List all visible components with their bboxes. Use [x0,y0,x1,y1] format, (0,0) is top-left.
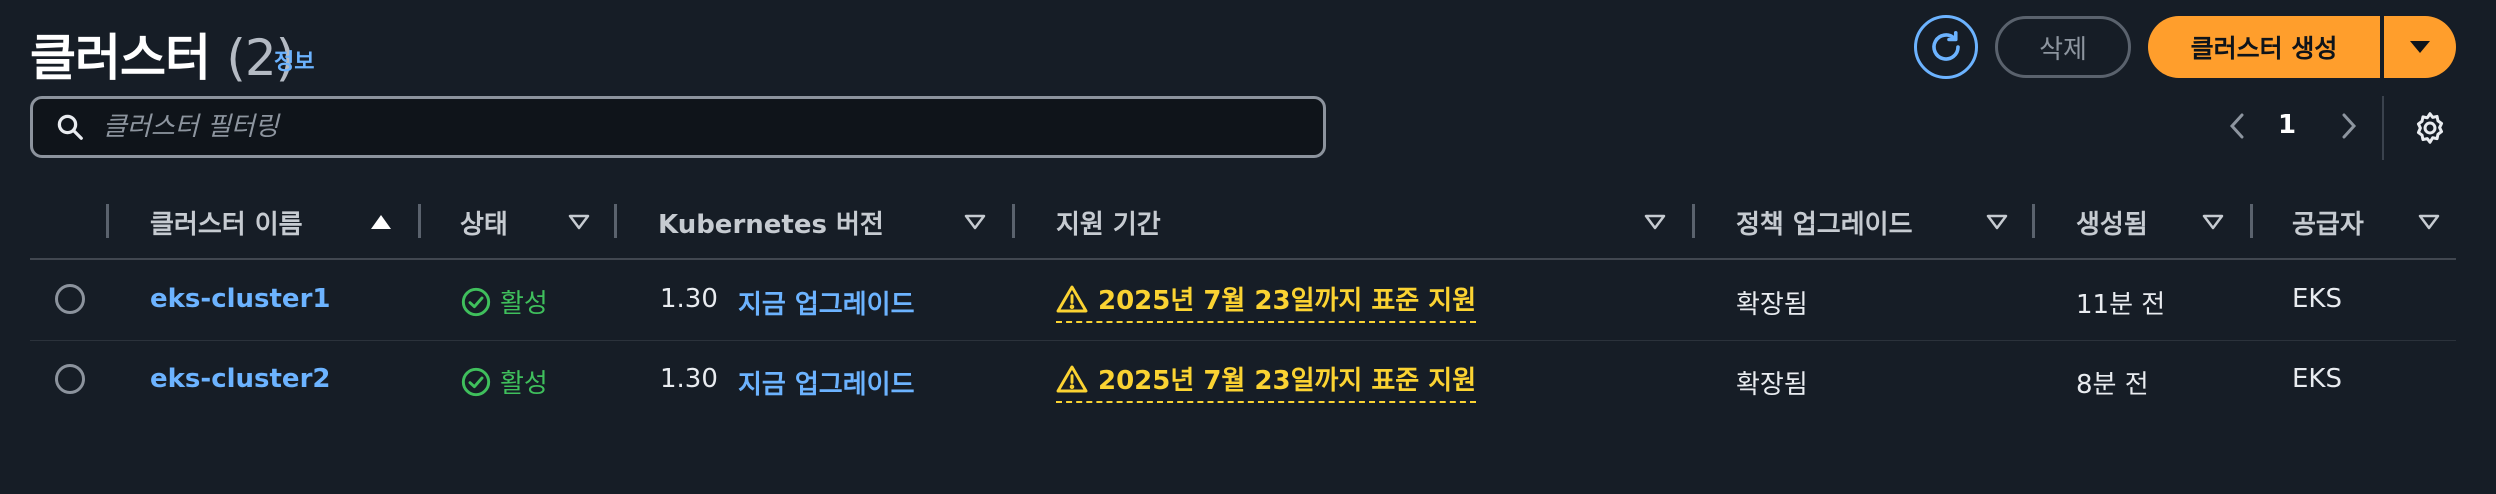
support-period-text: 2025년 7월 23일까지 표준 지원 [1098,286,1477,316]
sort-caret-icon [2202,214,2224,230]
previous-page-button[interactable] [2222,106,2252,146]
sort-caret-icon [568,214,590,230]
create-cluster-dropdown-button[interactable] [2384,16,2456,78]
column-header-created[interactable]: 생성됨 [2076,204,2148,241]
chevron-right-icon [2342,113,2357,139]
upgrade-now-link[interactable]: 지금 업그레이드 [738,364,915,401]
next-page-button[interactable] [2334,106,2364,146]
page-number[interactable]: 1 [2278,110,2296,140]
sort-version-button[interactable] [962,210,988,234]
cluster-name-link[interactable]: eks-cluster1 [150,284,330,314]
sort-caret-icon [1986,214,2008,230]
status-cell: 활성 [460,283,548,320]
sort-status-button[interactable] [566,210,592,234]
check-circle-icon [461,367,491,396]
created-time: 8분 전 [2076,370,2149,400]
sort-name-button[interactable] [368,210,394,234]
upgrade-policy-value: 확장됨 [1736,370,1808,400]
column-separator [2250,204,2253,238]
info-link[interactable]: 정보 [274,44,314,76]
column-header-upgrade-policy[interactable]: 정책 업그레이드 [1736,204,1913,241]
row-divider [30,340,2456,341]
column-separator [1692,204,1695,238]
sort-caret-icon [2418,214,2440,230]
column-header-kubernetes-version[interactable]: Kubernetes 버전 [658,204,884,241]
column-header-name[interactable]: 클러스터 이름 [150,204,303,241]
page-title-text: 클러스터 [30,29,211,87]
column-separator [418,204,421,238]
cluster-name-link[interactable]: eks-cluster2 [150,364,330,394]
sort-policy-button[interactable] [1984,210,2010,234]
provider-value: EKS [2292,364,2342,394]
support-period-text: 2025년 7월 23일까지 표준 지원 [1098,366,1477,396]
status-label: 활성 [500,369,548,399]
warning-icon [1056,365,1088,392]
check-circle-icon [461,287,491,316]
column-header-status[interactable]: 상태 [460,204,508,241]
column-separator [2032,204,2035,238]
kubernetes-version: 1.30 [660,364,718,394]
search-icon [57,114,83,140]
sort-created-button[interactable] [2200,210,2226,234]
preferences-button[interactable] [2410,108,2450,148]
row-select-radio[interactable] [55,364,85,394]
support-period-warning[interactable]: 2025년 7월 23일까지 표준 지원 [1056,280,1477,323]
status-label: 활성 [500,289,548,319]
refresh-button[interactable] [1914,15,1978,79]
sort-support-button[interactable] [1642,210,1668,234]
sort-ascending-icon [371,215,391,229]
caret-down-icon [2410,41,2430,53]
column-separator [614,204,617,238]
delete-button[interactable]: 삭제 [1995,16,2131,78]
gear-icon [2416,112,2444,144]
provider-value: EKS [2292,284,2342,314]
sort-caret-icon [1644,214,1666,230]
page-title: 클러스터 (2) [30,18,295,90]
row-select-radio[interactable] [55,284,85,314]
column-separator [1012,204,1015,238]
kubernetes-version: 1.30 [660,284,718,314]
upgrade-now-link[interactable]: 지금 업그레이드 [738,284,915,321]
sort-caret-icon [964,214,986,230]
support-period-warning[interactable]: 2025년 7월 23일까지 표준 지원 [1056,360,1477,403]
table-header-divider [30,258,2456,260]
created-time: 11분 전 [2076,290,2166,320]
filter-box[interactable] [30,96,1326,158]
sort-provider-button[interactable] [2416,210,2442,234]
create-cluster-button[interactable]: 클러스터 생성 [2148,16,2380,78]
chevron-left-icon [2229,113,2244,139]
upgrade-policy-value: 확장됨 [1736,290,1808,320]
pager-divider [2382,96,2384,160]
column-header-support-period[interactable]: 지원 기간 [1056,204,1161,241]
status-cell: 활성 [460,363,548,400]
column-header-provider[interactable]: 공급자 [2292,204,2364,241]
column-separator [106,204,109,238]
refresh-icon [1932,30,1960,61]
cluster-filter-input[interactable] [103,112,1203,142]
warning-icon [1056,285,1088,312]
